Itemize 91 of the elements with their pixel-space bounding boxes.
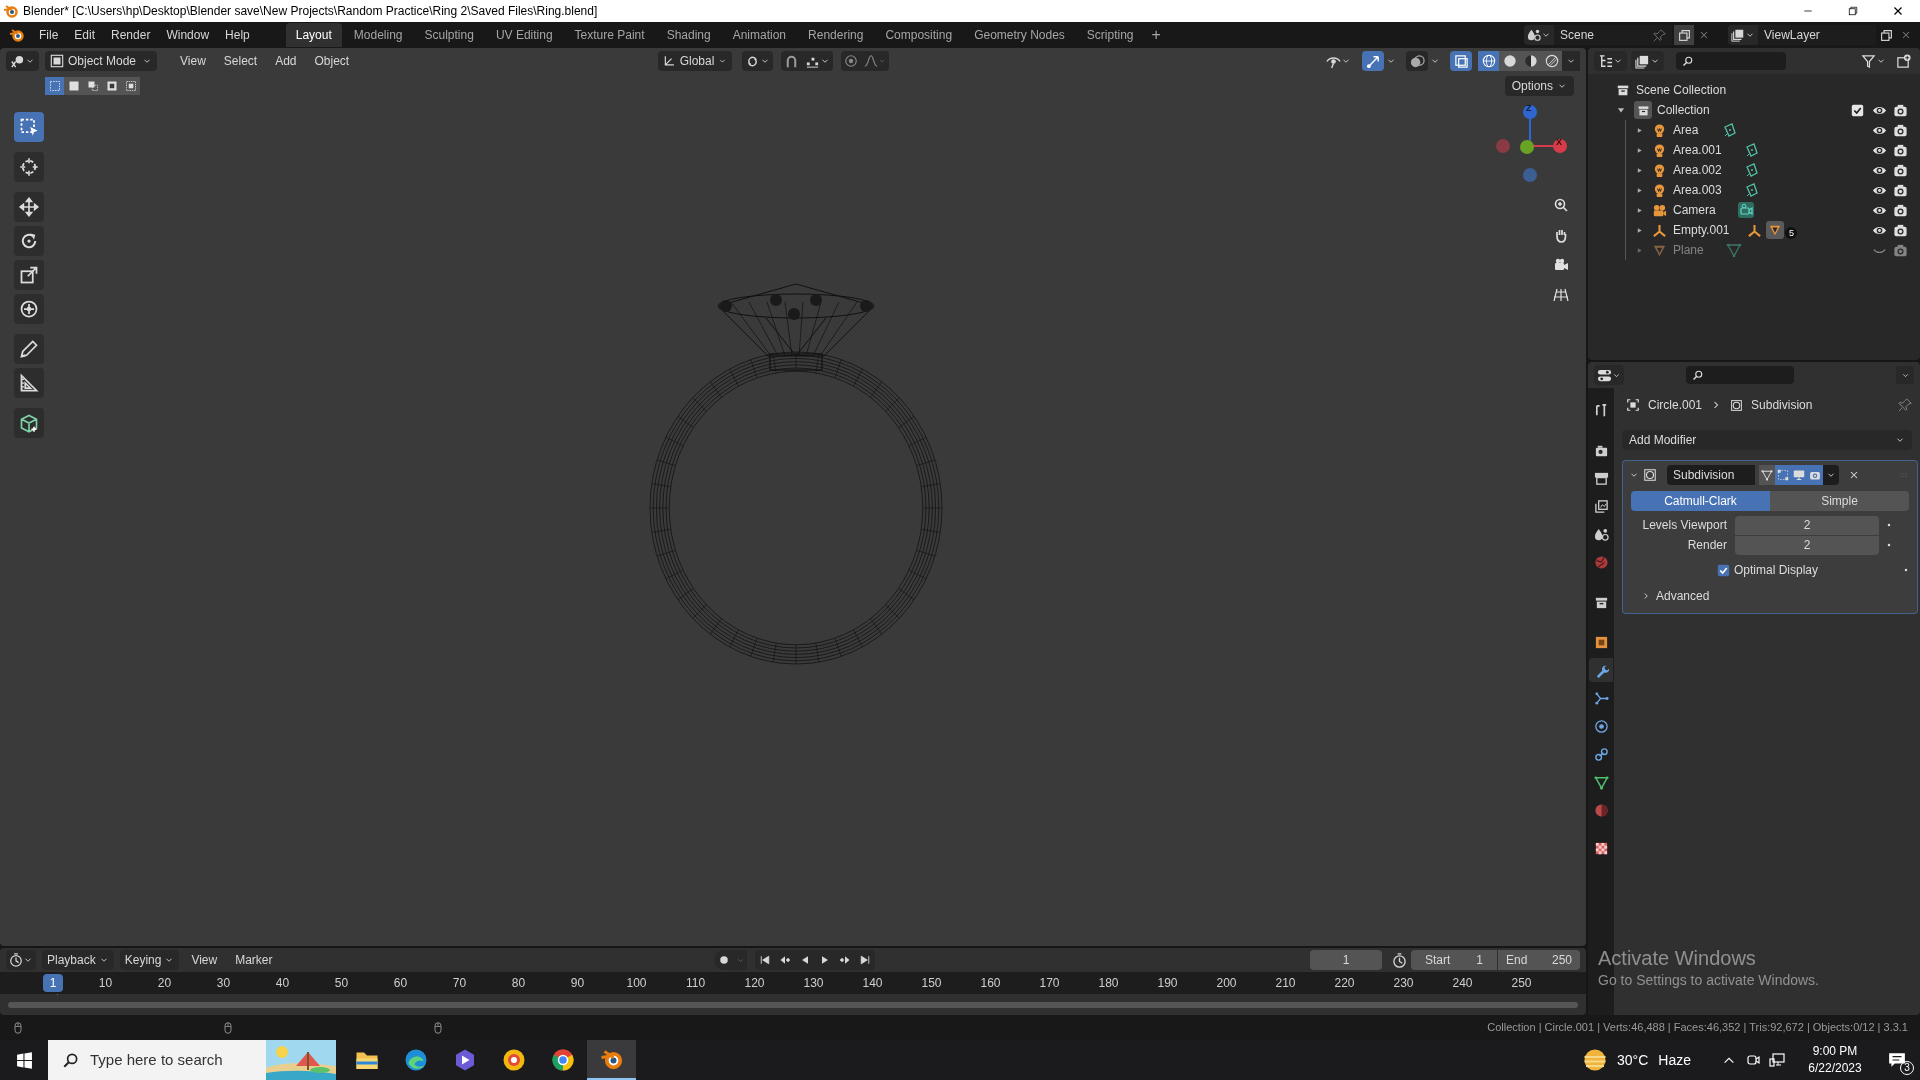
notification-count-badge: 3 [1900,1061,1914,1075]
frame-number: 80 [510,975,527,992]
subdivision-type-tab[interactable]: Simple [1770,491,1909,511]
frame-number: 10 [97,975,114,992]
workspace-tab[interactable]: Geometry Nodes [964,23,1075,47]
frame-number: 230 [1392,975,1415,992]
menu-item[interactable]: Marker [229,950,279,970]
menu-item[interactable]: Select [214,51,267,71]
add-modifier-dropdown[interactable]: Add Modifier [1622,430,1912,450]
frame-number: 20 [156,975,173,992]
frame-number: 40 [274,975,291,992]
start-frame-field[interactable]: Start 1 [1411,950,1497,970]
workspace-tab[interactable]: Scripting [1076,23,1144,47]
frame-number: 220 [1333,975,1356,992]
menu-item[interactable]: Render [103,24,159,46]
workspace-tab[interactable]: Rendering [798,23,874,47]
subpanel-header[interactable]: Advanced [1656,587,1710,605]
menu-dropdown[interactable]: Keying [119,950,180,970]
current-frame-field[interactable]: 1 [1310,950,1382,970]
frame-number: 100 [625,975,648,992]
workspace-tab[interactable]: Texture Paint [564,23,655,47]
workspace-tab[interactable]: Sculpting [414,23,484,47]
search-field[interactable]: Type here to search [48,1040,336,1080]
frame-number: 180 [1097,975,1120,992]
menu-item[interactable]: View [171,51,215,71]
menu-item[interactable]: Object [305,51,359,71]
menu-item[interactable]: Window [158,24,218,46]
workspace-tab[interactable]: Modeling [343,23,413,47]
mode-dropdown[interactable]: Object Mode [45,51,157,71]
outliner-item[interactable]: Area.003 [1673,181,1722,199]
workspace-tab[interactable]: Shading [656,23,721,47]
field-label: Render [1686,537,1728,554]
outliner-item[interactable]: Area [1673,121,1699,139]
outliner-item[interactable]: Area.001 [1673,141,1722,159]
frame-number: 60 [392,975,409,992]
frame-number: 190 [1156,975,1179,992]
clock-button[interactable]: 9:00 PM 6/22/2023 [1795,1040,1875,1080]
frame-number: 70 [451,975,468,992]
frame-number: 210 [1274,975,1297,992]
breadcrumb-item[interactable]: Circle.001 [1648,396,1703,414]
frame-number: 90 [569,975,586,992]
frame-number: 160 [979,975,1002,992]
frame-number: 120 [743,975,766,992]
menu-item[interactable]: Add [266,51,306,71]
workspace-tab[interactable]: Compositing [875,23,963,47]
add-workspace-button[interactable]: + [1145,23,1167,47]
end-frame-field[interactable]: End 250 [1498,950,1580,970]
activation-title: Activate Windows [1598,946,1757,970]
frame-number: 30 [215,975,232,992]
frame-number: 110 [684,975,707,992]
frame-number: 170 [1038,975,1061,992]
frame-number: 140 [861,975,884,992]
outliner-item[interactable]: Camera [1673,201,1716,219]
axis-label: X [1556,138,1563,146]
current-frame-marker[interactable]: 1 [43,974,63,992]
frame-number: 150 [920,975,943,992]
orientation-dropdown[interactable]: Global [658,51,733,71]
outliner-item[interactable]: Area.002 [1673,161,1722,179]
workspace-tab[interactable]: Layout [285,23,342,47]
modifier-name-field[interactable]: Subdivision [1667,465,1755,485]
axis-label: Z [1526,104,1533,112]
breadcrumb-item[interactable]: Subdivision [1751,396,1898,414]
temperature-text: 30°C [1617,1050,1649,1070]
activation-text: Go to Settings to activate Windows. [1598,971,1819,990]
field-label: Levels Viewport [1641,517,1728,534]
checkbox-label: Optimal Display [1734,562,1820,579]
outliner-item[interactable]: Collection [1657,101,1851,119]
menu-item[interactable]: File [31,24,67,46]
outliner-item[interactable]: Scene Collection [1636,81,1727,99]
options-dropdown[interactable]: Options [1504,76,1574,96]
child-count-badge: 5 [1785,227,1798,239]
subdivision-type-tab[interactable]: Catmull-Clark [1631,491,1770,511]
menu-item[interactable]: View [185,950,224,970]
frame-number: 240 [1451,975,1474,992]
number-field[interactable]: 2 [1735,535,1879,555]
frame-number: 250 [1510,975,1533,992]
workspace-tab[interactable]: Animation [722,23,797,47]
menu-dropdown[interactable]: Playback [42,950,114,970]
number-field[interactable]: 2 [1735,515,1879,535]
workspace-tab[interactable]: UV Editing [485,23,563,47]
outliner-item[interactable]: Empty.001 [1673,221,1730,239]
weather-text: Haze [1658,1050,1691,1070]
menu-item[interactable]: Help [217,24,258,46]
frame-number: 130 [802,975,825,992]
view-layer-field[interactable]: ViewLayer [1758,25,1876,45]
frame-number: 200 [1215,975,1238,992]
window-title: Blender* [C:\Users\hp\Desktop\Blender save\New Projects\Random Practice\Ring 2\Saved Files\Ring.blend] [23,3,598,20]
status-text: Collection | Circle.001 | Verts:46,488 | Faces:46,352 | Tris:92,672 | Objects:0/12 | 3.3.1 [1487,1020,1908,1036]
frame-number: 50 [333,975,350,992]
menu-item[interactable]: Edit [66,24,104,46]
scene-field[interactable]: Scene [1554,25,1672,45]
